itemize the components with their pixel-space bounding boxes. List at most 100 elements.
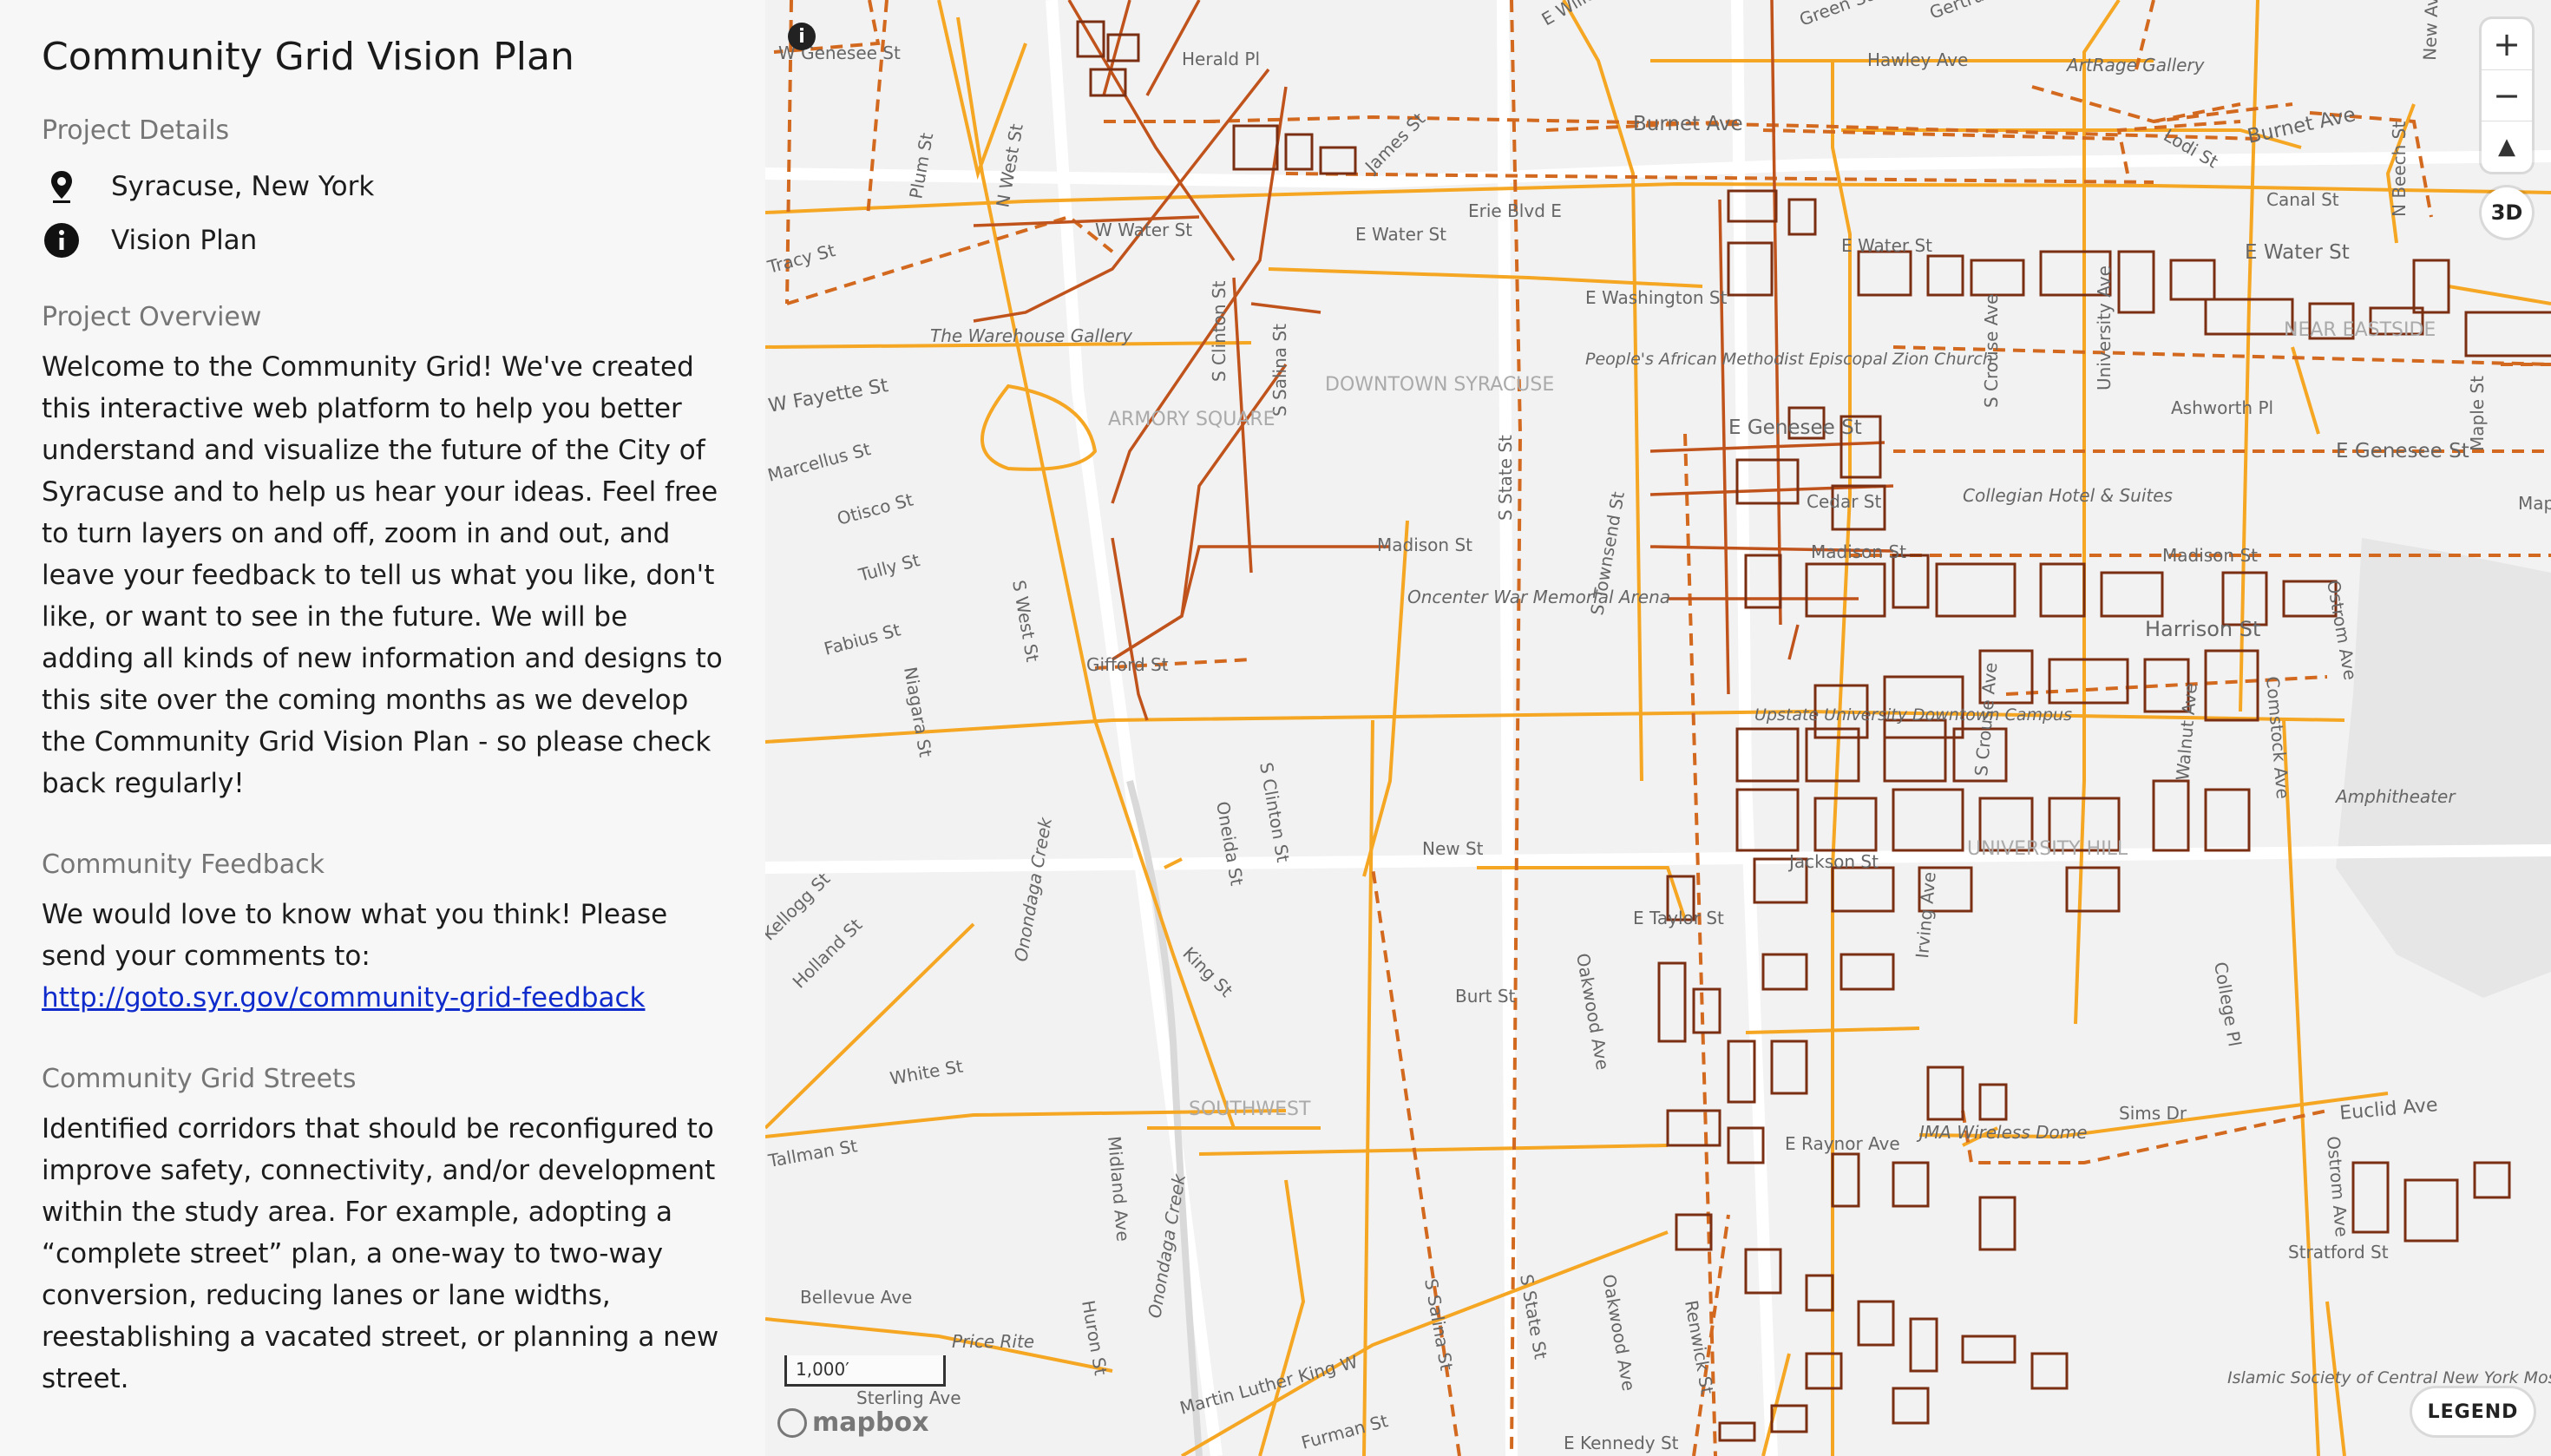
label-burnet-right: Burnet Ave (2246, 103, 2358, 148)
label-oakwood-low: Oakwood Ave (1598, 1273, 1639, 1393)
label-maple: Maple St (2467, 376, 2488, 451)
label-downtown: DOWNTOWN SYRACUSE (1325, 374, 1554, 396)
label-oakwood-top: Oakwood Ave (1572, 952, 1613, 1072)
label-otisco: Otisco St (835, 489, 915, 528)
label-s-clinton-low: S Clinton St (1256, 761, 1294, 864)
label-oncenter: Oncenter War Memorial Arena (1407, 587, 1670, 607)
label-plum: Plum St (905, 131, 937, 200)
label-tallman: Tallman St (766, 1135, 859, 1171)
label-islamic: Islamic Society of Central New York Mosq… (2227, 1368, 2551, 1387)
label-amphitheater: Amphitheater (2334, 786, 2456, 807)
buildings (1076, 20, 2551, 1442)
label-university-hill: UNIVERSITY HILL (1967, 838, 2128, 860)
label-ostrom-low: Ostrom Ave (2323, 1135, 2352, 1237)
label-walnut: Walnut Ave (2172, 682, 2201, 781)
label-tully: Tully St (856, 549, 922, 586)
label-armory: ARMORY SQUARE (1108, 409, 1276, 430)
label-madison-mid: Madison St (1811, 541, 1906, 562)
label-ashworth: Ashworth Pl (2171, 397, 2273, 418)
label-southwest: SOUTHWEST (1189, 1099, 1311, 1120)
label-niagara: Niagara St (900, 666, 936, 759)
label-near-eastside: NEAR EASTSIDE (2284, 319, 2436, 341)
label-stratford: Stratford St (2288, 1242, 2389, 1263)
park-area (2336, 538, 2551, 998)
label-gifford: Gifford St (1086, 654, 1169, 675)
label-burt: Burt St (1455, 986, 1516, 1007)
label-e-water-upper: E Water St (1841, 235, 1932, 256)
label-holland: Holland St (789, 915, 867, 993)
label-hawley: Hawley Ave (1867, 49, 1968, 70)
label-bellevue: Bellevue Ave (800, 1287, 912, 1308)
label-oneida: Oneida St (1212, 800, 1248, 888)
label-upstate: Upstate University Downtown Campus (1754, 705, 2072, 725)
feedback-link[interactable]: http://goto.syr.gov/community-grid-feedb… (42, 982, 646, 1013)
zoom-out-button[interactable]: − (2482, 70, 2532, 121)
label-burnet-top: Burnet Ave (1633, 113, 1743, 135)
label-jackson: Jackson St (1787, 851, 1879, 872)
label-n-west: N West St (992, 122, 1027, 209)
label-cedar: Cedar St (1807, 491, 1881, 512)
location-text: Syracuse, New York (111, 171, 375, 202)
page-title: Community Grid Vision Plan (42, 35, 574, 79)
label-new-st: New St (1422, 838, 1484, 859)
feedback-paragraph: We would love to know what you think! Pl… (42, 894, 724, 1019)
map-canvas[interactable]: W Genesee St Herald Pl E Willow St Hawle… (765, 0, 2551, 1456)
label-jma: JMA Wireless Dome (1916, 1122, 2088, 1143)
label-new-ave: New Ave (2419, 0, 2443, 61)
community-feedback-heading: Community Feedback (42, 849, 325, 880)
label-canal: Canal St (2266, 189, 2339, 210)
sidebar: Community Grid Vision Plan Project Detai… (0, 0, 765, 1456)
community-grid-streets-heading: Community Grid Streets (42, 1064, 357, 1094)
label-university-top: University Ave (2094, 266, 2115, 390)
info-button-icon: i (798, 25, 805, 48)
scale-label: 1,000′ (784, 1355, 946, 1387)
location-row: Syracuse, New York (42, 160, 724, 213)
label-e-water-mid: E Water St (1355, 224, 1446, 245)
label-warehouse: The Warehouse Gallery (930, 325, 1133, 346)
streets-text: Identified corridors that should be reco… (42, 1113, 719, 1394)
label-madison-w: Madison St (1377, 535, 1472, 555)
label-e-washington: E Washington St (1585, 287, 1728, 308)
mapbox-logo-icon (777, 1407, 807, 1438)
project-overview-heading: Project Overview (42, 302, 262, 332)
label-e-taylor: E Taylor St (1633, 908, 1724, 928)
label-ostrom-top: Ostrom Ave (2323, 579, 2361, 682)
label-s-west: S West St (1008, 579, 1043, 664)
mapbox-text: mapbox (812, 1407, 929, 1438)
label-madison-e: Madison St (2162, 545, 2258, 566)
zoom-controls: + − ▲ (2482, 19, 2532, 172)
label-e-genesee-right: E Genesee St (2336, 440, 2469, 462)
toggle-3d-button[interactable]: 3D (2482, 187, 2532, 238)
plan-type-text: Vision Plan (111, 225, 258, 256)
label-kellogg: Kellogg St (765, 869, 834, 945)
overview-text: Welcome to the Community Grid! We've cre… (42, 351, 723, 799)
info-button[interactable]: i (788, 23, 816, 50)
label-college-pl: College Pl (2210, 961, 2246, 1048)
mapbox-attribution[interactable]: mapbox (777, 1407, 928, 1438)
label-onondaga-top: Onondaga Creek (1010, 815, 1056, 963)
label-w-water: W Water St (1095, 220, 1192, 240)
legend-button[interactable]: LEGEND (2412, 1388, 2534, 1435)
label-e-raynor: E Raynor Ave (1785, 1133, 1900, 1154)
label-tracy: Tracy St (765, 239, 837, 278)
label-harrison: Harrison St (2145, 617, 2260, 641)
location-pin-icon (42, 167, 82, 207)
label-gertrude: Gertrude St (1927, 0, 2030, 23)
label-sims: Sims Dr (2119, 1103, 2187, 1124)
label-crouse-top: S Crouse Ave (1981, 294, 2002, 408)
label-s-state-low: S State St (1516, 1273, 1551, 1361)
label-map-edge: Map (2518, 493, 2551, 514)
label-fabius: Fabius St (822, 619, 902, 659)
project-details-heading: Project Details (42, 115, 230, 146)
label-s-state-top: S State St (1495, 435, 1516, 521)
label-e-water-right: E Water St (2245, 241, 2350, 264)
label-e-genesee-mid: E Genesee St (1728, 416, 1862, 439)
label-e-kennedy: E Kennedy St (1564, 1433, 1679, 1453)
zoom-in-button[interactable]: + (2482, 19, 2532, 70)
label-comstock: Comstock Ave (2262, 675, 2293, 799)
label-price-rite: Price Rite (952, 1331, 1034, 1352)
plan-type-row: Vision Plan (42, 213, 724, 267)
label-w-fayette: W Fayette St (767, 375, 890, 417)
label-s-salina: S Salina St (1269, 324, 1290, 416)
compass-button[interactable]: ▲ (2482, 121, 2532, 172)
